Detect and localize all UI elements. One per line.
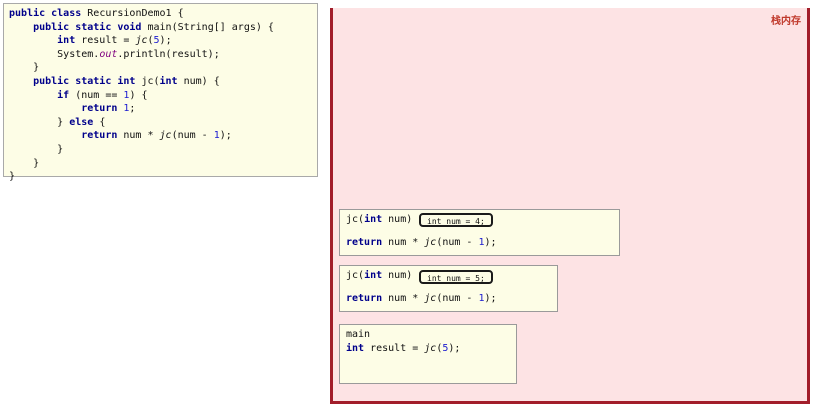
- code-token: int: [9, 35, 82, 47]
- code-token: jc: [424, 293, 437, 304]
- code-line: }: [9, 143, 317, 157]
- code-token: jc: [424, 343, 437, 354]
- frame-header: main: [346, 329, 370, 340]
- code-token: int: [159, 75, 184, 87]
- code-token: ) {: [129, 89, 148, 101]
- code-line: return num * jc(num - 1);: [9, 129, 317, 143]
- code-line: int result = jc(5);: [9, 34, 317, 48]
- code-token: main: [346, 329, 371, 340]
- code-token: jc(: [346, 214, 365, 225]
- code-token: main(String[] args) {: [147, 21, 274, 33]
- code-token: num *: [388, 293, 425, 304]
- frame-header: jc(int num): [346, 270, 412, 281]
- code-line: System.out.println(result);: [9, 48, 317, 62]
- code-token: {: [99, 116, 106, 128]
- code-token: num *: [123, 130, 160, 142]
- stack-frame-jc-num-4: jc(int num) int num = 4; return num * jc…: [339, 209, 620, 256]
- code-token: jc: [424, 237, 437, 248]
- code-token: }: [9, 157, 40, 169]
- code-token: .println(result);: [117, 48, 220, 60]
- code-token: );: [159, 35, 172, 47]
- code-line: if (num == 1) {: [9, 89, 317, 103]
- code-token: (num ==: [75, 89, 124, 101]
- code-token: jc: [159, 130, 172, 142]
- local-variable-box: int num = 4;: [419, 213, 493, 227]
- frame-return-line: return num * jc(num - 1);: [346, 293, 497, 304]
- local-variable-box: int num = 5;: [419, 270, 493, 284]
- code-token: out: [99, 48, 118, 60]
- code-token: return: [9, 130, 124, 142]
- code-token: return: [9, 103, 124, 115]
- code-line: public class RecursionDemo1 {: [9, 7, 317, 21]
- code-token: jc(: [346, 270, 365, 281]
- code-token: public static void: [9, 21, 148, 33]
- code-token: return: [346, 293, 389, 304]
- code-token: );: [484, 237, 497, 248]
- code-token: (num -: [436, 293, 479, 304]
- code-token: }: [9, 143, 64, 155]
- code-line: public static int jc(int num) {: [9, 75, 317, 89]
- code-token: int: [364, 270, 389, 281]
- code-token: num *: [388, 237, 425, 248]
- code-token: else: [69, 116, 100, 128]
- code-line: }: [9, 170, 317, 184]
- code-line: public static void main(String[] args) {: [9, 21, 317, 35]
- stack-memory-area: 栈内存 jc(int num) int num = 4; return num …: [330, 8, 810, 404]
- code-token: public static int: [9, 75, 142, 87]
- code-token: (num -: [436, 237, 479, 248]
- code-line: return 1;: [9, 102, 317, 116]
- code-token: jc(: [141, 75, 160, 87]
- code-token: int: [364, 214, 389, 225]
- code-token: jc: [135, 35, 148, 47]
- code-token: );: [448, 343, 461, 354]
- frame-statement-line: int result = jc(5);: [346, 343, 460, 354]
- code-token: num) {: [183, 75, 220, 87]
- stack-memory-title: 栈内存: [771, 16, 801, 27]
- code-token: );: [484, 293, 497, 304]
- code-token: }: [9, 62, 40, 74]
- code-token: if: [9, 89, 76, 101]
- code-line: }: [9, 61, 317, 75]
- code-token: }: [9, 116, 70, 128]
- code-token: result =: [370, 343, 425, 354]
- code-token: );: [219, 130, 232, 142]
- code-token: ;: [129, 103, 136, 115]
- code-lines: public class RecursionDemo1 { public sta…: [9, 7, 317, 184]
- frame-return-line: return num * jc(num - 1);: [346, 237, 497, 248]
- code-token: (num -: [171, 130, 214, 142]
- code-token: num): [388, 214, 413, 225]
- code-token: int: [346, 343, 371, 354]
- code-line: } else {: [9, 116, 317, 130]
- code-token: return: [346, 237, 389, 248]
- code-token: }: [9, 171, 16, 183]
- code-token: System.: [9, 48, 100, 60]
- stack-frame-main: main int result = jc(5);: [339, 324, 517, 384]
- code-line: }: [9, 157, 317, 171]
- stack-frame-jc-num-5: jc(int num) int num = 5; return num * jc…: [339, 265, 558, 312]
- code-token: result =: [81, 35, 136, 47]
- code-token: RecursionDemo1 {: [87, 8, 184, 19]
- source-code-panel: public class RecursionDemo1 { public sta…: [3, 3, 318, 182]
- code-token: public class: [9, 8, 88, 19]
- frame-header: jc(int num): [346, 214, 412, 225]
- code-token: num): [388, 270, 413, 281]
